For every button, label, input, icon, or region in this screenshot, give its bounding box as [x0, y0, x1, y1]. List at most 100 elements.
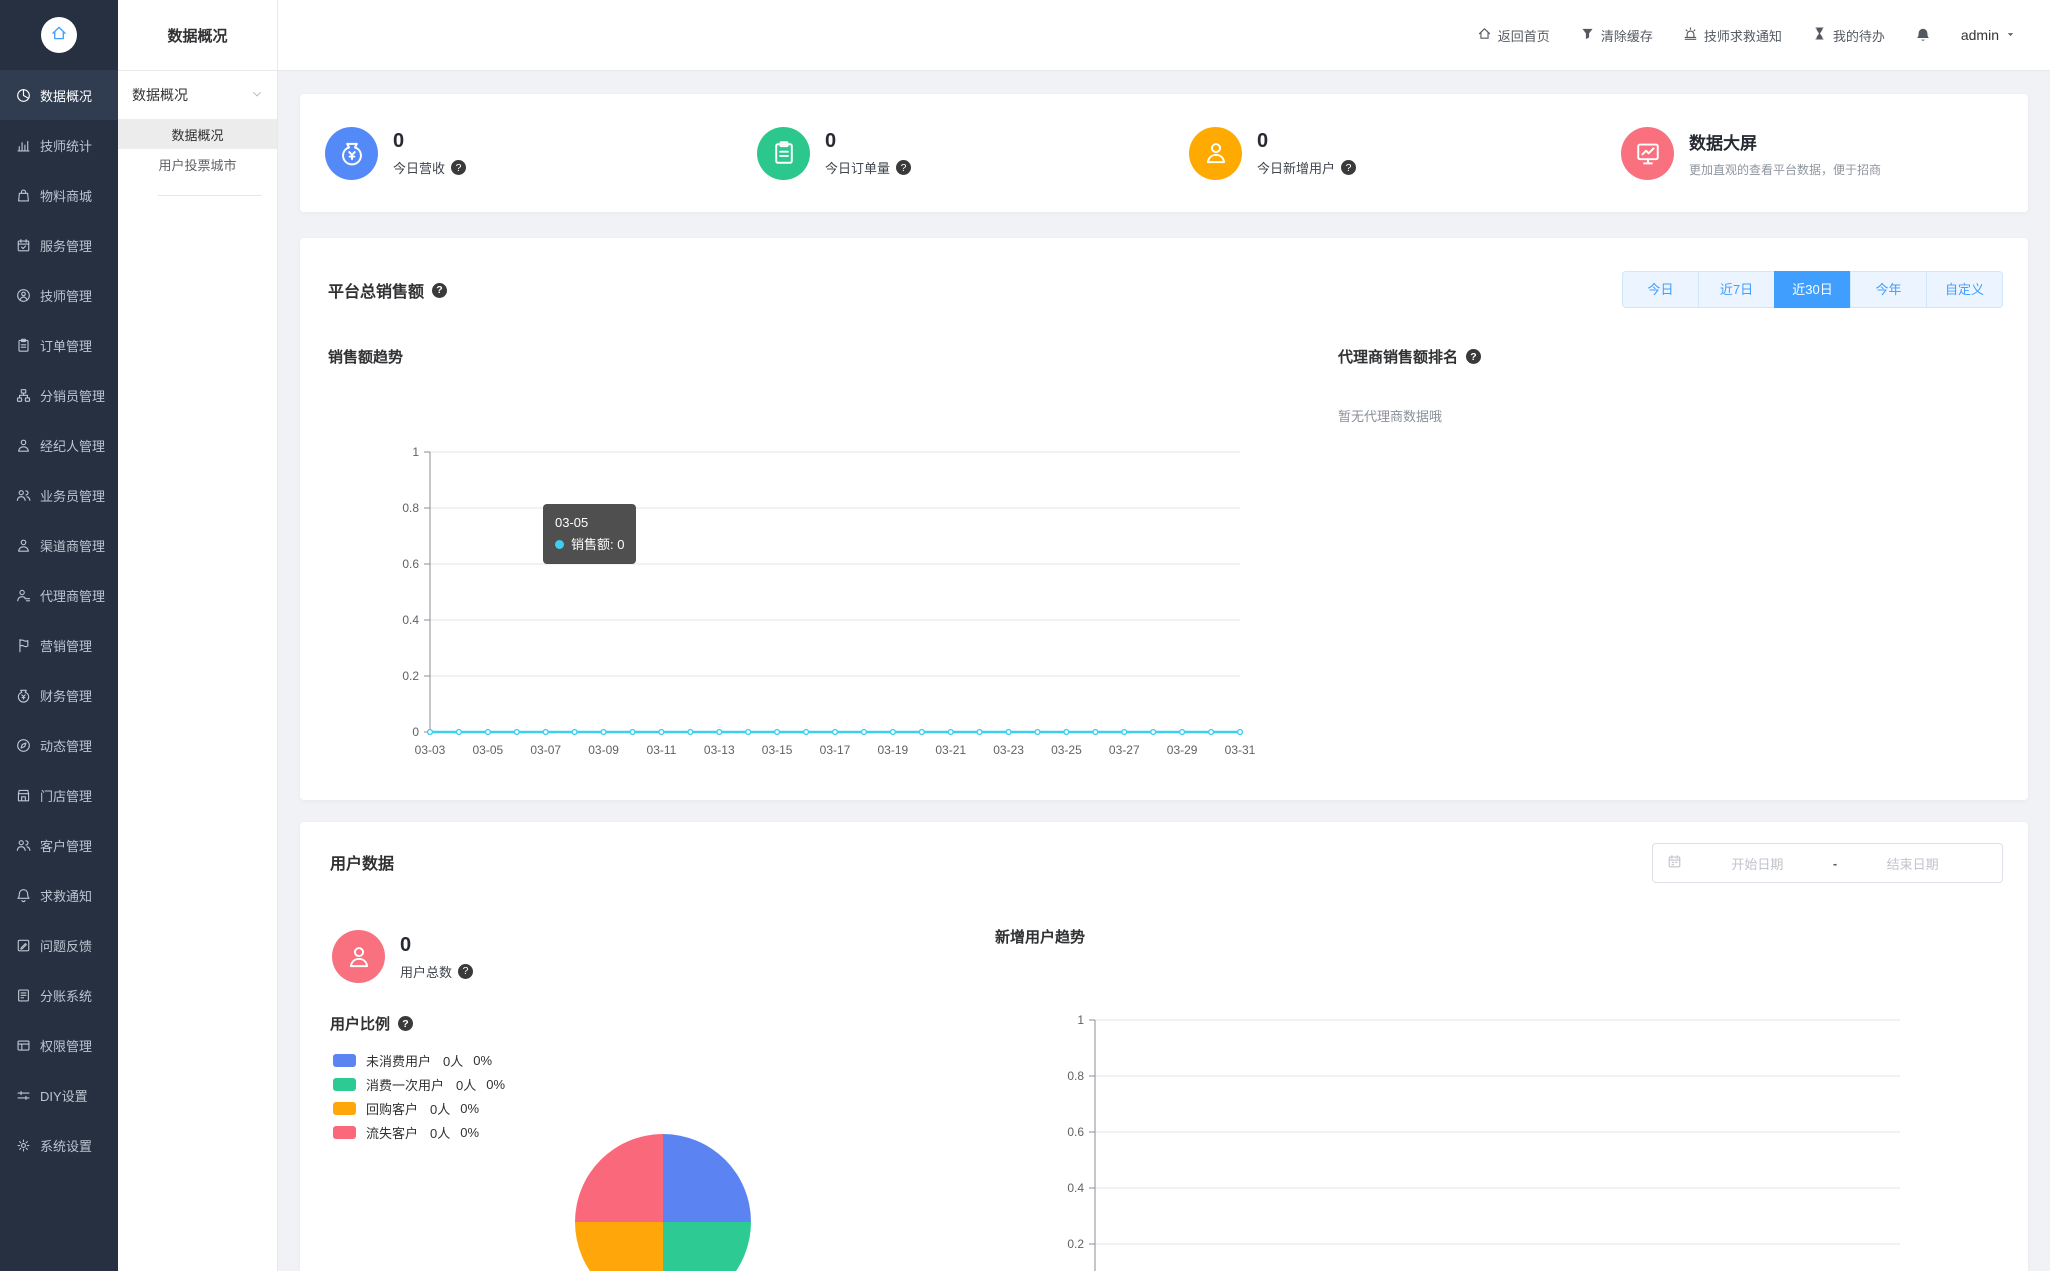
sidebar-item-label: 业务员管理 — [40, 488, 106, 504]
sidebar-item-16[interactable]: 求救通知 — [0, 870, 118, 920]
sliders-icon — [16, 1088, 31, 1103]
users-card: 用户数据 开始日期 - 结束日期 0 用户总数 用户比例 未消费用户0人0%消费… — [300, 822, 2028, 1271]
main-column: 返回首页 清除缓存 技师求救通知 我的待办 admin 0 今日营收 0 今日订单量 — [278, 0, 2050, 1271]
svg-text:03-27: 03-27 — [1109, 743, 1140, 757]
store-icon — [16, 788, 31, 803]
sidebar-item-1[interactable]: 技师统计 — [0, 120, 118, 170]
svg-text:03-25: 03-25 — [1051, 743, 1082, 757]
legend-count: 0人 — [443, 1053, 464, 1069]
sidebar-item-19[interactable]: 权限管理 — [0, 1020, 118, 1070]
legend-item-3[interactable]: 流失客户 0人 0% — [333, 1120, 505, 1144]
topbar-link-0[interactable]: 返回首页 — [1477, 26, 1550, 45]
sales-range-tabs: 今日 近7日 近30日 今年 自定义 — [1622, 271, 2003, 308]
flag-icon — [16, 638, 31, 653]
sidebar-item-6[interactable]: 分销员管理 — [0, 370, 118, 420]
help-icon[interactable] — [451, 160, 467, 175]
stat-data-screen[interactable]: 数据大屏 更加直观的查看平台数据，便于招商 — [1596, 126, 2028, 180]
end-date-input[interactable]: 结束日期 — [1837, 854, 1988, 873]
user-menu[interactable]: admin — [1961, 27, 2016, 43]
calendar-icon — [1667, 854, 1682, 872]
date-range-picker[interactable]: 开始日期 - 结束日期 — [1652, 843, 2003, 883]
legend-label: 回购客户 — [366, 1101, 419, 1117]
app-logo[interactable] — [41, 17, 77, 53]
topbar-links: 返回首页 清除缓存 技师求救通知 我的待办 — [1477, 26, 1885, 45]
stat-today-revenue: 0 今日营收 — [300, 126, 732, 180]
sidebar-item-21[interactable]: 系统设置 — [0, 1120, 118, 1170]
help-icon[interactable] — [398, 1016, 414, 1031]
sales-range-tab-0[interactable]: 今日 — [1622, 271, 1699, 308]
sidebar-menu: 数据概况 技师统计 物料商城 服务管理 技师管理 订单管理分销员管理经纪人管理业务员管理渠… — [0, 70, 118, 1170]
sidebar-item-4[interactable]: 技师管理 — [0, 270, 118, 320]
chart-icon — [16, 138, 31, 153]
sidebar-item-label: 求救通知 — [40, 888, 93, 904]
svg-text:0.6: 0.6 — [402, 557, 419, 571]
help-icon[interactable] — [896, 160, 912, 175]
topbar-link-label: 清除缓存 — [1600, 28, 1653, 44]
notification-bell-icon[interactable] — [1915, 27, 1931, 43]
people-icon — [16, 488, 31, 503]
sales-range-tab-1[interactable]: 近7日 — [1698, 271, 1775, 308]
help-icon[interactable] — [1466, 349, 1482, 364]
sidebar-item-label: 财务管理 — [40, 688, 93, 704]
clipboard-icon — [16, 338, 31, 353]
sales-range-tab-4[interactable]: 自定义 — [1926, 271, 2003, 308]
sales-title: 平台总销售额 — [328, 284, 425, 301]
legend-item-2[interactable]: 回购客户 0人 0% — [333, 1096, 505, 1120]
svg-text:03-17: 03-17 — [820, 743, 851, 757]
money-icon — [16, 688, 31, 703]
sidebar-item-14[interactable]: 门店管理 — [0, 770, 118, 820]
help-icon[interactable] — [432, 282, 448, 298]
subnav-item-data-overview[interactable]: 数据概况 — [118, 119, 277, 149]
sidebar-item-18[interactable]: 分账系统 — [0, 970, 118, 1020]
sidebar-item-20[interactable]: DIY设置 — [0, 1070, 118, 1120]
sales-range-tab-2[interactable]: 近30日 — [1774, 271, 1851, 308]
stat-label: 今日营收 — [393, 161, 446, 176]
stat-value: 0 — [393, 130, 405, 152]
legend-item-0[interactable]: 未消费用户 0人 0% — [333, 1048, 505, 1072]
tooltip-value: 销售额: 0 — [571, 537, 625, 553]
topbar-link-2[interactable]: 技师求救通知 — [1683, 26, 1782, 45]
sidebar-item-label: 营销管理 — [40, 638, 93, 654]
sidebar-item-8[interactable]: 业务员管理 — [0, 470, 118, 520]
subnav-group-label: 数据概况 — [132, 87, 188, 103]
help-icon[interactable] — [458, 963, 474, 979]
subnav-group-data-overview[interactable]: 数据概况 — [118, 71, 277, 119]
sidebar-item-13[interactable]: 动态管理 — [0, 720, 118, 770]
subnav-item-user-vote-city[interactable]: 用户投票城市 — [118, 149, 277, 179]
sidebar-item-11[interactable]: 营销管理 — [0, 620, 118, 670]
legend-pct: 0% — [473, 1052, 493, 1068]
sidebar-item-0[interactable]: 数据概况 — [0, 70, 118, 120]
sidebar-item-12[interactable]: 财务管理 — [0, 670, 118, 720]
tooltip-date: 03-05 — [555, 515, 589, 530]
help-icon[interactable] — [1341, 160, 1357, 175]
sidebar-item-5[interactable]: 订单管理 — [0, 320, 118, 370]
sidebar: 数据概况 技师统计 物料商城 服务管理 技师管理 订单管理分销员管理经纪人管理业务员管理渠… — [0, 0, 118, 1271]
svg-text:0.2: 0.2 — [1067, 1237, 1084, 1251]
user-trend-title-row: 新增用户趋势 — [995, 926, 1085, 947]
start-date-input[interactable]: 开始日期 — [1682, 854, 1833, 873]
topbar-link-1[interactable]: 清除缓存 — [1580, 26, 1653, 45]
calendar-icon — [16, 238, 31, 253]
sidebar-item-7[interactable]: 经纪人管理 — [0, 420, 118, 470]
sidebar-item-10[interactable]: 代理商管理 — [0, 570, 118, 620]
user-trend-title: 新增用户趋势 — [995, 929, 1086, 946]
sidebar-item-15[interactable]: 客户管理 — [0, 820, 118, 870]
hourglass-icon — [1812, 26, 1827, 44]
sidebar-item-label: 分销员管理 — [40, 388, 106, 404]
topbar-link-3[interactable]: 我的待办 — [1812, 26, 1885, 45]
sidebar-item-17[interactable]: 问题反馈 — [0, 920, 118, 970]
sidebar-item-2[interactable]: 物料商城 — [0, 170, 118, 220]
sales-chart-title: 销售额趋势 — [328, 349, 404, 366]
people-icon — [16, 838, 31, 853]
sidebar-item-3[interactable]: 服务管理 — [0, 220, 118, 270]
stat-label: 今日订单量 — [825, 161, 891, 176]
agent-rank-title-row: 代理商销售额排名 — [1338, 346, 1482, 367]
stat-value: 0 — [1257, 130, 1269, 152]
sales-range-tab-3[interactable]: 今年 — [1850, 271, 1927, 308]
legend-item-1[interactable]: 消费一次用户 0人 0% — [333, 1072, 505, 1096]
stat-label: 用户总数 — [400, 964, 453, 980]
user-icon — [1189, 126, 1242, 180]
feedback-icon — [16, 938, 31, 953]
pie-legend: 未消费用户 0人 0% 消费一次用户 0人 0% 回购客户 0人 0% 流失客户 0人 0% — [333, 1048, 505, 1144]
sidebar-item-9[interactable]: 渠道商管理 — [0, 520, 118, 570]
